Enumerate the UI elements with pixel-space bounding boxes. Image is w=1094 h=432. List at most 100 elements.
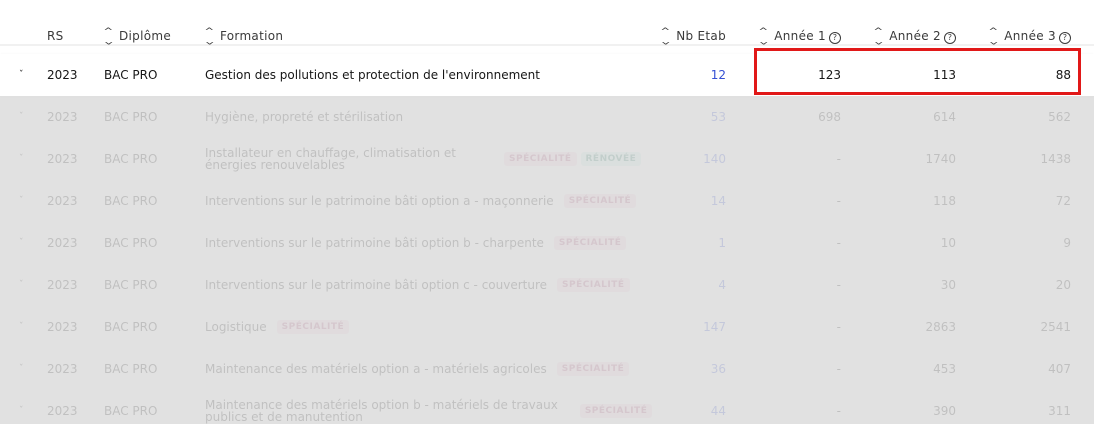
header-diplome-label: Diplôme bbox=[119, 29, 172, 43]
table-row[interactable]: ˇ 2023 BAC PRO Logistique SPÉCIALITÉ 147 - 2863… bbox=[0, 306, 1094, 348]
cell-diplome: BAC PRO bbox=[104, 152, 158, 166]
cell-annee2: 614 bbox=[933, 110, 956, 124]
cell-annee3: 88 bbox=[1055, 68, 1071, 82]
header-annee2[interactable]: ^ ^ Année 2? bbox=[874, 28, 956, 46]
formation-label-line: énergies renouvelables bbox=[205, 158, 345, 172]
header-annee1-label: Année 1 bbox=[774, 29, 826, 43]
cell-diplome: BAC PRO bbox=[104, 68, 158, 82]
chevron-down-icon[interactable]: ˇ bbox=[19, 70, 24, 80]
chevron-down-icon[interactable]: ˇ bbox=[19, 322, 24, 332]
table-row[interactable]: ˇ 2023 BAC PRO Maintenance des matériels op… bbox=[0, 390, 1094, 432]
cell-annee1: - bbox=[836, 194, 841, 208]
badge-specialite: SPÉCIALITÉ bbox=[276, 320, 350, 334]
cell-nb-etab-link[interactable]: 140 bbox=[703, 152, 726, 166]
cell-annee2: 113 bbox=[933, 68, 956, 82]
badge-specialite: SPÉCIALITÉ bbox=[556, 362, 630, 376]
cell-diplome: BAC PRO bbox=[104, 278, 158, 292]
table-row[interactable]: ˇ 2023 BAC PRO Installateur en chauffage, c… bbox=[0, 138, 1094, 180]
cell-rs: 2023 bbox=[47, 404, 78, 418]
cell-formation: Interventions sur le patrimoine bâti opt… bbox=[205, 194, 637, 208]
help-icon[interactable]: ? bbox=[829, 32, 841, 44]
cell-diplome: BAC PRO bbox=[104, 236, 158, 250]
cell-nb-etab-link[interactable]: 1 bbox=[718, 236, 726, 250]
table-row[interactable]: ˇ 2023 BAC PRO Maintenance des matériels op… bbox=[0, 348, 1094, 390]
table-header: RS ^ ^ Diplôme ^ ^ Formation ^ ^ Nb Etab ^ ^ Ann… bbox=[0, 0, 1094, 46]
cell-annee1: - bbox=[836, 278, 841, 292]
header-formation[interactable]: ^ ^ Formation bbox=[204, 28, 284, 46]
cell-annee3: 311 bbox=[1048, 404, 1071, 418]
sort-icon[interactable]: ^ ^ bbox=[759, 28, 769, 46]
table-row[interactable]: ˇ 2023 BAC PRO Interventions sur le patrimo… bbox=[0, 222, 1094, 264]
badge-specialite: SPÉCIALITÉ bbox=[503, 152, 577, 166]
chevron-down-icon[interactable]: ˇ bbox=[19, 112, 24, 122]
sort-icon[interactable]: ^ ^ bbox=[989, 28, 999, 46]
table-row[interactable]: ˇ 2023 BAC PRO Interventions sur le patrimo… bbox=[0, 180, 1094, 222]
sort-icon[interactable]: ^ ^ bbox=[661, 28, 671, 46]
cell-formation: Hygiène, propreté et stérilisation bbox=[205, 111, 403, 123]
cell-rs: 2023 bbox=[47, 236, 78, 250]
cell-nb-etab-link[interactable]: 4 bbox=[718, 278, 726, 292]
chevron-down-icon[interactable]: ˇ bbox=[19, 154, 24, 164]
header-annee1[interactable]: ^ ^ Année 1? bbox=[759, 28, 841, 46]
cell-formation: Installateur en chauffage, climatisation… bbox=[205, 147, 642, 171]
chevron-down-icon[interactable]: ˇ bbox=[19, 364, 24, 374]
cell-diplome: BAC PRO bbox=[104, 194, 158, 208]
formation-label: Interventions sur le patrimoine bâti opt… bbox=[205, 194, 554, 208]
header-nb-etab-label: Nb Etab bbox=[676, 29, 726, 43]
sort-icon[interactable]: ^ ^ bbox=[874, 28, 884, 46]
sort-icon[interactable]: ^ ^ bbox=[103, 28, 113, 46]
cell-annee3: 407 bbox=[1048, 362, 1071, 376]
formation-label: Interventions sur le patrimoine bâti opt… bbox=[205, 236, 544, 250]
cell-annee2: 30 bbox=[940, 278, 956, 292]
cell-annee2: 453 bbox=[933, 362, 956, 376]
cell-rs: 2023 bbox=[47, 152, 78, 166]
chevron-down-icon[interactable]: ˇ bbox=[19, 406, 24, 416]
cell-nb-etab-link[interactable]: 36 bbox=[711, 362, 726, 376]
help-icon[interactable]: ? bbox=[1059, 32, 1071, 44]
formation-label: Interventions sur le patrimoine bâti opt… bbox=[205, 278, 548, 292]
formation-label-line: publics et de manutention bbox=[205, 410, 363, 424]
formation-label: Hygiène, propreté et stérilisation bbox=[205, 110, 404, 124]
header-formation-label: Formation bbox=[220, 29, 284, 43]
chevron-down-icon[interactable]: ˇ bbox=[19, 238, 24, 248]
cell-annee1: - bbox=[836, 362, 841, 376]
cell-rs: 2023 bbox=[47, 278, 78, 292]
table-row[interactable]: ˇ 2023 BAC PRO Gestion des pollutions et pr… bbox=[0, 54, 1094, 96]
cell-diplome: BAC PRO bbox=[104, 110, 158, 124]
badge-renovee: RÉNOVÉE bbox=[580, 152, 642, 166]
cell-annee3: 72 bbox=[1055, 194, 1071, 208]
cell-annee1: 698 bbox=[818, 110, 841, 124]
cell-annee3: 9 bbox=[1063, 236, 1071, 250]
cell-nb-etab-link[interactable]: 147 bbox=[703, 320, 726, 334]
chevron-down-icon[interactable]: ˇ bbox=[19, 280, 24, 290]
cell-rs: 2023 bbox=[47, 194, 78, 208]
cell-annee3: 20 bbox=[1055, 278, 1071, 292]
sort-icon[interactable]: ^ ^ bbox=[204, 28, 214, 46]
cell-annee3: 2541 bbox=[1040, 320, 1071, 334]
cell-formation: Logistique SPÉCIALITÉ bbox=[205, 320, 350, 334]
cell-formation: Interventions sur le patrimoine bâti opt… bbox=[205, 278, 630, 292]
cell-annee2: 390 bbox=[933, 404, 956, 418]
cell-nb-etab-link[interactable]: 12 bbox=[711, 68, 726, 82]
formation-label: Installateur en chauffage, climatisation… bbox=[205, 147, 456, 171]
chevron-down-icon[interactable]: ˇ bbox=[19, 196, 24, 206]
help-icon[interactable]: ? bbox=[944, 32, 956, 44]
header-annee3[interactable]: ^ ^ Année 3? bbox=[989, 28, 1071, 46]
cell-nb-etab-link[interactable]: 14 bbox=[711, 194, 726, 208]
cell-rs: 2023 bbox=[47, 362, 78, 376]
cell-annee2: 2863 bbox=[925, 320, 956, 334]
formation-label: Maintenance des matériels option b - mat… bbox=[205, 399, 558, 423]
cell-formation: Maintenance des matériels option b - mat… bbox=[205, 399, 653, 423]
header-rs: RS bbox=[47, 29, 64, 43]
cell-annee2: 118 bbox=[933, 194, 956, 208]
header-annee2-label: Année 2 bbox=[889, 29, 941, 43]
cell-diplome: BAC PRO bbox=[104, 320, 158, 334]
header-diplome[interactable]: ^ ^ Diplôme bbox=[103, 28, 172, 46]
table-row[interactable]: ˇ 2023 BAC PRO Hygiène, propreté et stérili… bbox=[0, 96, 1094, 138]
cell-diplome: BAC PRO bbox=[104, 404, 158, 418]
header-nb-etab[interactable]: ^ ^ Nb Etab bbox=[661, 28, 726, 46]
table-row[interactable]: ˇ 2023 BAC PRO Interventions sur le patrimo… bbox=[0, 264, 1094, 306]
cell-nb-etab-link[interactable]: 44 bbox=[711, 404, 726, 418]
cell-annee2: 10 bbox=[940, 236, 956, 250]
cell-nb-etab-link[interactable]: 53 bbox=[711, 110, 726, 124]
